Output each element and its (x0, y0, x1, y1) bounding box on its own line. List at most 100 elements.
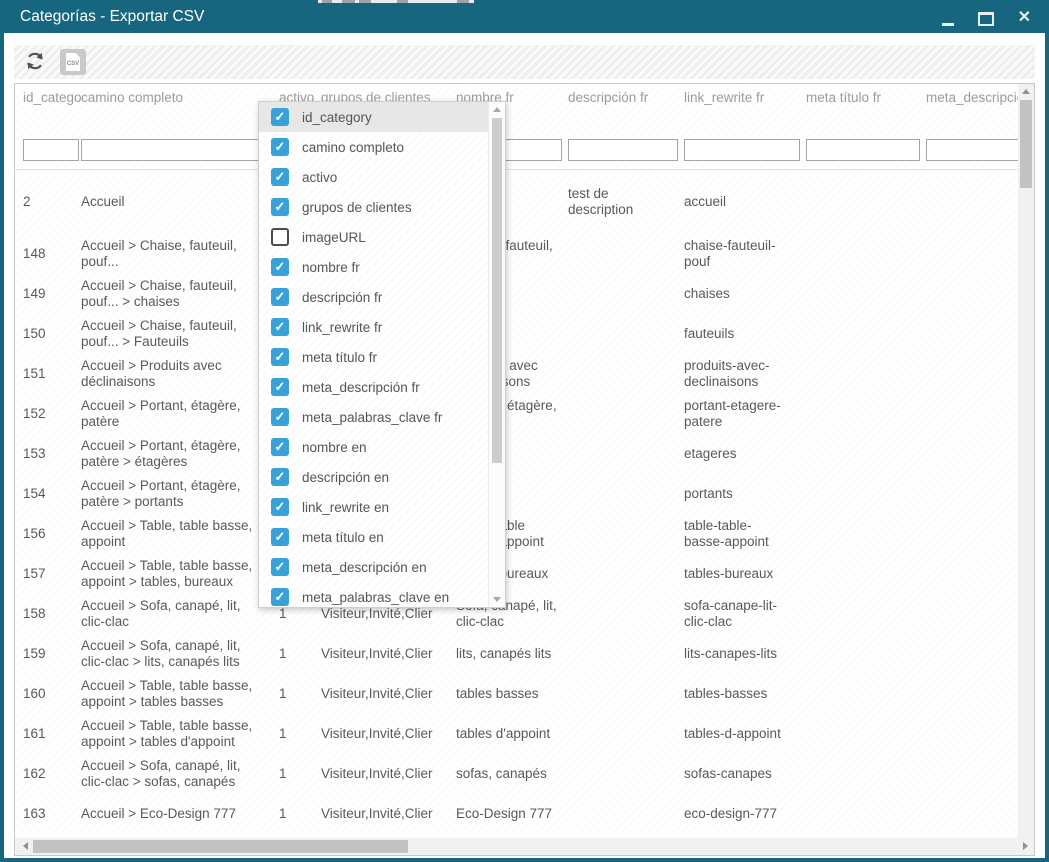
column-menu-item[interactable]: ✓ meta_descripción fr (259, 372, 489, 402)
cell-link: tables-basses (684, 674, 806, 714)
checkbox-checked-icon[interactable]: ✓ (271, 558, 289, 576)
column-menu-item[interactable]: ✓nombre fr (259, 252, 489, 282)
checkbox-checked-icon[interactable]: ✓ (271, 528, 289, 546)
checkbox-checked-icon[interactable]: ✓ (271, 438, 289, 456)
table-row[interactable]: 154Accueil > Portant, étagère, patère > … (15, 474, 1034, 514)
table-row[interactable]: 2Accueiltest de descriptionaccueil (15, 170, 1034, 234)
column-header-meta_titulo[interactable]: meta título fr (806, 84, 926, 136)
table-row[interactable]: 150Accueil > Chaise, fauteuil, pouf... >… (15, 314, 1034, 354)
cell-camino: Accueil > Portant, étagère, patère (81, 394, 279, 434)
column-menu-item[interactable]: ✓meta_descripción en (259, 552, 489, 582)
column-menu-item[interactable]: ✓meta título en (259, 522, 489, 552)
cell-camino: Accueil > Table, table basse, appoint > … (81, 674, 279, 714)
table-row[interactable]: 153Accueil > Portant, étagère, patère > … (15, 434, 1034, 474)
filter-input-link[interactable] (684, 139, 800, 161)
filter-input-meta_desc[interactable] (926, 139, 1030, 161)
vertical-scrollbar[interactable] (1018, 84, 1034, 855)
cell-id: 157 (23, 554, 81, 594)
checkbox-checked-icon[interactable]: ✓ (271, 108, 289, 126)
menu-scroll-thumb[interactable] (492, 118, 502, 463)
checkbox-checked-icon[interactable]: ✓ (271, 288, 289, 306)
checkbox-checked-icon[interactable]: ✓ (271, 138, 289, 156)
cell-descripcion (568, 634, 684, 674)
scroll-right-icon[interactable] (1023, 842, 1028, 850)
checkbox-checked-icon[interactable]: ✓ (271, 348, 289, 366)
horizontal-scrollbar[interactable] (15, 838, 1034, 855)
cell-camino: Accueil > Portant, étagère, patère > éta… (81, 434, 279, 474)
table-row[interactable]: 157Accueil > Table, table basse, appoint… (15, 554, 1034, 594)
filter-input-meta_titulo[interactable] (806, 139, 920, 161)
scroll-up-icon[interactable] (1022, 89, 1030, 94)
cell-id: 2 (23, 170, 81, 234)
table-row[interactable]: 156Accueil > Table, table basse, appoint… (15, 514, 1034, 554)
column-menu-item[interactable]: ✓ descripción fr (259, 282, 489, 312)
table-row[interactable]: 149Accueil > Chaise, fauteuil, pouf... >… (15, 274, 1034, 314)
title-bar[interactable]: Categorías - Exportar CSV ✕ (0, 3, 1049, 33)
table-row[interactable]: 160Accueil > Table, table basse, appoint… (15, 674, 1034, 714)
checkbox-checked-icon[interactable]: ✓ (271, 408, 289, 426)
table-row[interactable]: 158Accueil > Sofa, canapé, lit, clic-cla… (15, 594, 1034, 634)
checkbox-checked-icon[interactable]: ✓ (271, 198, 289, 216)
column-menu-item[interactable]: ✓meta título fr (259, 342, 489, 372)
filter-input-camino[interactable] (81, 139, 273, 161)
menu-scroll-down-icon[interactable] (493, 597, 501, 602)
column-header-camino[interactable]: camino completo (81, 84, 279, 136)
refresh-button[interactable] (24, 50, 46, 75)
cell-link: portant-etagere-patere (684, 394, 806, 434)
filter-input-descripcion[interactable] (568, 139, 678, 161)
table-row[interactable]: 148Accueil > Chaise, fauteuil, pouf...Ch… (15, 234, 1034, 274)
cell-nombre: tables basses (456, 674, 568, 714)
minimize-icon[interactable] (942, 10, 954, 26)
column-menu-item[interactable]: imageURL (259, 222, 489, 252)
column-header-link[interactable]: link_rewrite fr (684, 84, 806, 136)
checkbox-checked-icon[interactable]: ✓ (271, 468, 289, 486)
column-menu-item[interactable]: ✓camino completo (259, 132, 489, 162)
checkbox-checked-icon[interactable]: ✓ (271, 588, 289, 606)
column-header-descripcion[interactable]: descripción fr (568, 84, 684, 136)
table-row[interactable]: 162Accueil > Sofa, canapé, lit, clic-cla… (15, 754, 1034, 794)
column-menu-item[interactable]: ✓nombre en (259, 432, 489, 462)
column-menu-item[interactable]: ✓activo (259, 162, 489, 192)
column-menu-item[interactable]: ✓descripción en (259, 462, 489, 492)
table-row[interactable]: 159Accueil > Sofa, canapé, lit, clic-cla… (15, 634, 1034, 674)
table-row[interactable]: 161Accueil > Table, table basse, appoint… (15, 714, 1034, 754)
cell-meta_titulo (806, 314, 926, 354)
cell-link: chaises (684, 274, 806, 314)
table-row[interactable]: 163Accueil > Eco-Design 7771Visiteur,Inv… (15, 794, 1034, 834)
cell-descripcion (568, 554, 684, 594)
checkbox-checked-icon[interactable]: ✓ (271, 498, 289, 516)
column-menu-item[interactable]: ✓link_rewrite fr (259, 312, 489, 342)
cell-meta_titulo (806, 170, 926, 234)
filter-input-id[interactable] (23, 139, 79, 161)
checkbox-unchecked-icon[interactable] (271, 228, 289, 246)
cell-id: 163 (23, 794, 81, 834)
vertical-scroll-thumb[interactable] (1020, 100, 1032, 188)
scroll-left-icon[interactable] (23, 842, 28, 850)
checkbox-checked-icon[interactable]: ✓ (271, 258, 289, 276)
menu-scrollbar[interactable] (488, 102, 505, 607)
export-csv-button[interactable]: CSV (60, 49, 86, 75)
column-menu-item[interactable]: ✓id_category (259, 102, 489, 132)
menu-scroll-up-icon[interactable] (493, 107, 501, 112)
maximize-icon[interactable] (978, 12, 994, 26)
horizontal-scroll-thumb[interactable] (33, 840, 408, 853)
cell-meta_titulo (806, 234, 926, 274)
checkbox-checked-icon[interactable]: ✓ (271, 168, 289, 186)
cell-camino: Accueil > Table, table basse, appoint > … (81, 714, 279, 754)
column-menu-item-label: descripción fr (302, 290, 382, 305)
checkbox-checked-icon[interactable]: ✓ (271, 378, 289, 396)
cell-descripcion (568, 474, 684, 514)
checkbox-checked-icon[interactable]: ✓ (271, 318, 289, 336)
column-menu-item[interactable]: ✓grupos de clientes (259, 192, 489, 222)
cell-meta_titulo (806, 674, 926, 714)
cell-camino: Accueil > Table, table basse, appoint > … (81, 554, 279, 594)
column-menu-item[interactable]: ✓link_rewrite en (259, 492, 489, 522)
column-header-id[interactable]: id_catego (23, 84, 81, 136)
column-menu-item-label: meta_descripción fr (302, 380, 420, 395)
table-row[interactable]: 151Accueil > Produits avec déclinaisonsP… (15, 354, 1034, 394)
table-row[interactable]: 152Accueil > Portant, étagère, patèrePor… (15, 394, 1034, 434)
cell-meta_titulo (806, 594, 926, 634)
close-icon[interactable]: ✕ (1018, 10, 1031, 26)
column-menu-item[interactable]: ✓meta_palabras_clave en (259, 582, 489, 608)
column-menu-item[interactable]: ✓meta_palabras_clave fr (259, 402, 489, 432)
